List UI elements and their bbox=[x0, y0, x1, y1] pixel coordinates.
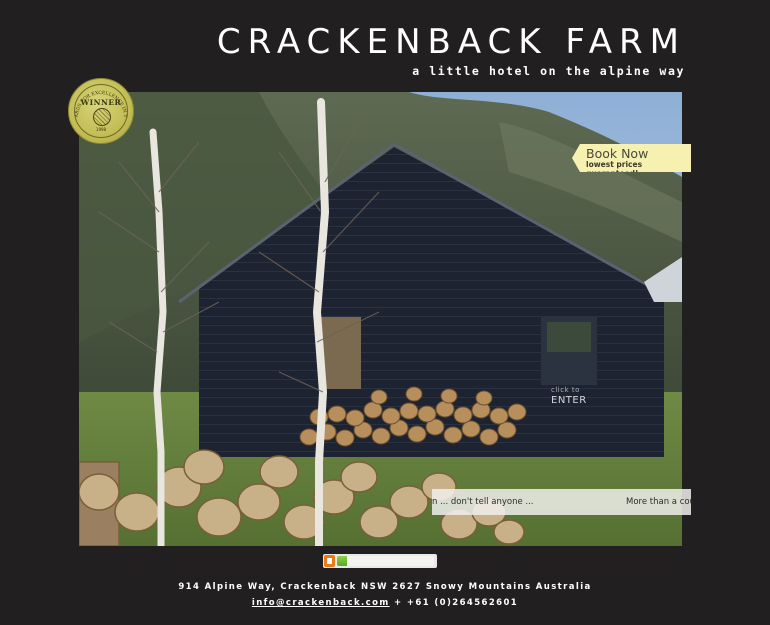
enter-link[interactable]: click to ENTER bbox=[551, 386, 587, 406]
badge-winner-label: WINNER bbox=[80, 98, 122, 107]
stop-icon[interactable] bbox=[324, 555, 335, 567]
slideshow-controls bbox=[323, 554, 437, 568]
slideshow-progress-fill bbox=[337, 556, 347, 566]
phone-number: +61 (0)264562601 bbox=[406, 598, 519, 608]
site-title: CRACKENBACK FARM bbox=[216, 22, 686, 62]
site-tagline: a little hotel on the alpine way bbox=[412, 64, 685, 78]
ticker-text-2: More than a cou bbox=[626, 497, 691, 507]
footer-address: 914 Alpine Way, Crackenback NSW 2627 Sno… bbox=[178, 582, 592, 592]
book-now-button[interactable]: Book Now lowest prices guaranteed! bbox=[572, 144, 691, 172]
email-link[interactable]: info@crackenback.com bbox=[252, 598, 390, 608]
contact-separator: + bbox=[393, 598, 403, 608]
news-ticker[interactable]: n ... don't tell anyone ... More than a … bbox=[432, 489, 691, 515]
book-now-label: Book Now bbox=[586, 146, 649, 161]
yarn-ball-icon bbox=[93, 108, 111, 126]
badge-year: 1998 bbox=[95, 127, 107, 132]
slideshow-progress-bar bbox=[337, 556, 434, 566]
ticker-text-1: n ... don't tell anyone ... bbox=[432, 497, 534, 507]
enter-hint: click to bbox=[551, 386, 580, 394]
footer-contact: info@crackenback.com + +61 (0)264562601 bbox=[0, 598, 770, 608]
award-winner-badge: NSW AWARDS FOR EXCELLENCE IN TOURISM WIN… bbox=[68, 78, 134, 144]
enter-label: ENTER bbox=[551, 395, 587, 406]
